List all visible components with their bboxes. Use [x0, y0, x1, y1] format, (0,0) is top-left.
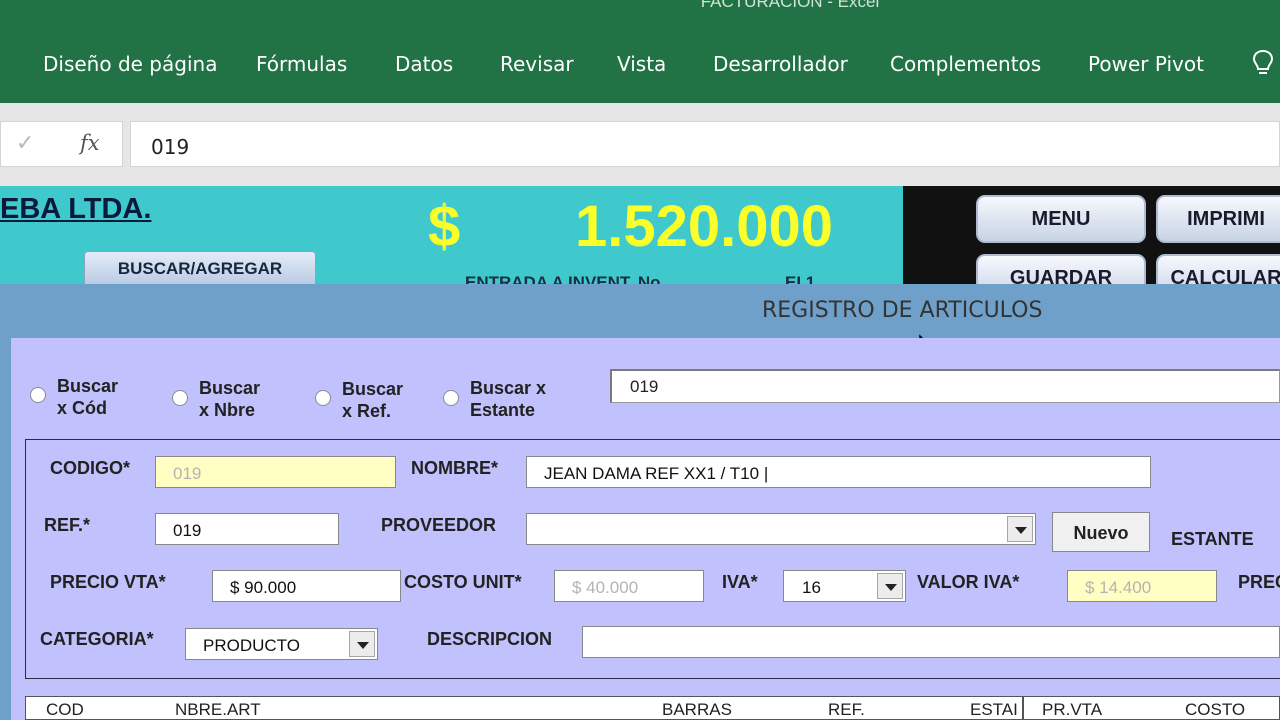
ref-label: REF.*	[44, 515, 91, 535]
codigo-label: CODIGO*	[50, 458, 131, 478]
radio-buscar-estante[interactable]	[443, 390, 459, 406]
chevron-down-icon[interactable]	[349, 631, 375, 657]
codigo-field[interactable]: 019	[155, 456, 396, 488]
valor-iva-label: VALOR IVA*	[917, 572, 1020, 592]
proveedor-select[interactable]	[526, 513, 1036, 545]
tab-view[interactable]: Vista	[617, 52, 666, 76]
precio-vta-label: PRECIO VTA*	[50, 572, 166, 592]
precio-vta-field[interactable]: $ 90.000	[212, 570, 401, 602]
iva-select[interactable]: 16	[783, 570, 906, 602]
currency-symbol: $	[428, 194, 461, 259]
table-column-divider	[1022, 696, 1024, 720]
nombre-label: NOMBRE*	[411, 458, 499, 478]
ref-field[interactable]: 019	[155, 513, 339, 545]
menu-button[interactable]: MENU	[976, 195, 1146, 243]
valor-iva-field[interactable]: $ 14.400	[1067, 570, 1217, 602]
tab-power-pivot[interactable]: Power Pivot	[1088, 52, 1204, 76]
radio-label-estante: Buscar x Estante	[470, 378, 547, 420]
descripcion-label: DESCRIPCION	[427, 629, 553, 649]
buscar-agregar-button[interactable]: BUSCAR/AGREGAR	[84, 251, 316, 287]
categoria-label: CATEGORIA*	[40, 629, 154, 649]
costo-unit-label: COSTO UNIT*	[404, 572, 522, 592]
insert-function-icon[interactable]: fx	[80, 131, 100, 155]
company-name: EBA LTDA.	[0, 193, 152, 225]
nuevo-button[interactable]: Nuevo	[1052, 512, 1150, 552]
radio-label-ref: Buscar x Ref.	[342, 379, 404, 421]
radio-buscar-codigo[interactable]	[30, 387, 46, 403]
ribbon: FACTURACION - Excel Diseño de página Fór…	[0, 0, 1280, 103]
tab-addins[interactable]: Complementos	[890, 52, 1041, 76]
tab-developer[interactable]: Desarrollador	[713, 52, 848, 76]
check-icon[interactable]: ✓	[16, 130, 34, 156]
table-header-ref[interactable]: REF.	[828, 700, 865, 720]
radio-buscar-ref[interactable]	[315, 390, 331, 406]
tab-page-layout[interactable]: Diseño de página	[43, 52, 217, 76]
chevron-down-icon[interactable]	[877, 573, 903, 599]
descripcion-field[interactable]	[582, 626, 1280, 658]
form-title: REGISTRO DE ARTICULOS	[762, 298, 1043, 323]
tab-review[interactable]: Revisar	[500, 52, 574, 76]
imprimir-button[interactable]: IMPRIMI	[1156, 195, 1280, 243]
radio-label-codigo: Buscar x Cód	[57, 376, 119, 418]
window-title: FACTURACION - Excel	[700, 0, 880, 11]
table-header-cod[interactable]: COD	[46, 700, 84, 720]
lightbulb-icon[interactable]	[1250, 48, 1276, 78]
categoria-select[interactable]: PRODUCTO	[185, 628, 378, 660]
tab-formulas[interactable]: Fórmulas	[256, 52, 347, 76]
table-header-barras[interactable]: BARRAS	[662, 700, 732, 720]
table-header-costo[interactable]: COSTO	[1185, 700, 1245, 720]
nombre-field[interactable]: JEAN DAMA REF XX1 / T10 |	[526, 456, 1151, 488]
search-input[interactable]: 019	[610, 369, 1280, 403]
chevron-down-icon[interactable]	[1007, 516, 1033, 542]
table-header-estante[interactable]: ESTAI	[970, 700, 1018, 720]
proveedor-label: PROVEEDOR	[381, 515, 497, 535]
table-header-prvta[interactable]: PR.VTA	[1042, 700, 1102, 720]
iva-label: IVA*	[722, 572, 758, 592]
tab-data[interactable]: Datos	[395, 52, 453, 76]
table-header-nbre[interactable]: NBRE.ART	[175, 700, 261, 720]
costo-unit-field[interactable]: $ 40.000	[554, 570, 704, 602]
estante-label: ESTANTE	[1171, 529, 1254, 549]
radio-label-nombre: Buscar x Nbre	[199, 378, 261, 420]
total-amount: 1.520.000	[575, 194, 834, 259]
formula-input[interactable]: 019	[130, 121, 1280, 167]
radio-buscar-nombre[interactable]	[172, 390, 188, 406]
precio-label-cut: PREC	[1238, 572, 1280, 592]
